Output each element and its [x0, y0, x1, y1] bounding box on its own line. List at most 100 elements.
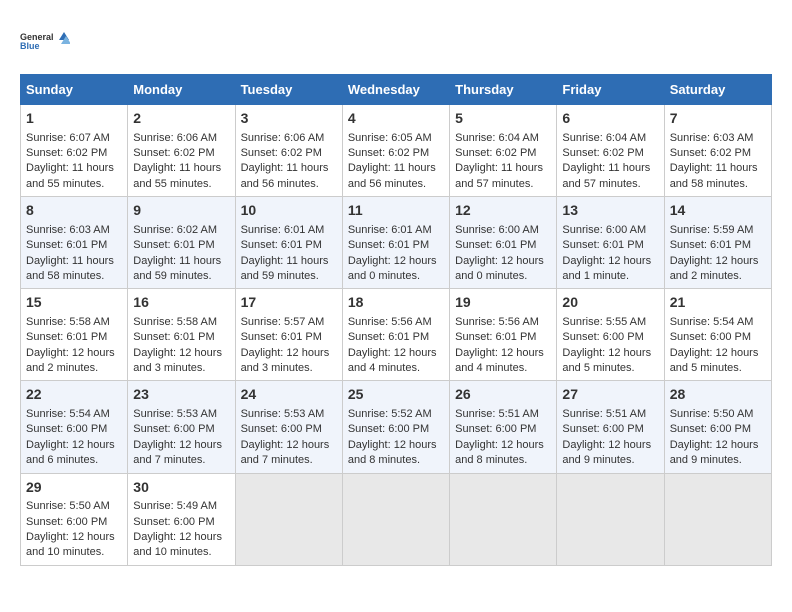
daylight: Daylight: 11 hours and 55 minutes.	[133, 162, 221, 189]
day-number: 7	[670, 109, 766, 129]
daylight: Daylight: 12 hours and 2 minutes.	[670, 255, 759, 282]
calendar-week: 22 Sunrise: 5:54 AM Sunset: 6:00 PM Dayligh…	[21, 381, 772, 473]
header-day: Wednesday	[342, 75, 449, 105]
header-row: SundayMondayTuesdayWednesdayThursdayFrid…	[21, 75, 772, 105]
day-number: 20	[562, 293, 658, 313]
day-number: 18	[348, 293, 444, 313]
daylight: Daylight: 11 hours and 56 minutes.	[241, 162, 329, 189]
calendar-cell: 20 Sunrise: 5:55 AM Sunset: 6:00 PM Dayligh…	[557, 289, 664, 381]
calendar-cell: 17Sunrise: 5:57 AMSunset: 6:01 PMDayligh…	[235, 289, 342, 381]
daylight: Daylight: 11 hours and 59 minutes.	[133, 255, 221, 282]
sunset: Sunset: 6:00 PM	[670, 331, 751, 343]
calendar-cell: 25Sunrise: 5:52 AMSunset: 6:00 PMDayligh…	[342, 381, 449, 473]
sunrise: Sunrise: 5:58 AM	[133, 316, 217, 328]
calendar-cell: 14 Sunrise: 5:59 AM Sunset: 6:01 PM Dayligh…	[664, 197, 771, 289]
sunset: Sunset: 6:01 PM	[133, 331, 214, 343]
calendar-cell: 24Sunrise: 5:53 AMSunset: 6:00 PMDayligh…	[235, 381, 342, 473]
calendar-cell: 1Sunrise: 6:07 AMSunset: 6:02 PMDaylight…	[21, 105, 128, 197]
sunset: Sunset: 6:01 PM	[241, 331, 322, 343]
day-number: 30	[133, 478, 229, 498]
sunset: Sunset: 6:01 PM	[348, 331, 429, 343]
daylight: Daylight: 12 hours and 10 minutes.	[133, 531, 222, 558]
daylight: Daylight: 11 hours and 58 minutes.	[670, 162, 758, 189]
day-number: 15	[26, 293, 122, 313]
day-number: 10	[241, 201, 337, 221]
daylight: Daylight: 12 hours and 2 minutes.	[26, 347, 115, 374]
calendar-week: 15 Sunrise: 5:58 AM Sunset: 6:01 PM Dayligh…	[21, 289, 772, 381]
calendar-cell	[235, 473, 342, 565]
sunset: Sunset: 6:01 PM	[455, 239, 536, 251]
day-number: 19	[455, 293, 551, 313]
calendar-cell: 9Sunrise: 6:02 AMSunset: 6:01 PMDaylight…	[128, 197, 235, 289]
sunrise: Sunrise: 6:07 AM	[26, 132, 110, 144]
daylight: Daylight: 12 hours and 9 minutes.	[562, 439, 651, 466]
day-number: 9	[133, 201, 229, 221]
sunrise: Sunrise: 6:04 AM	[455, 132, 539, 144]
sunrise: Sunrise: 6:03 AM	[670, 132, 754, 144]
calendar-cell: 13Sunrise: 6:00 AMSunset: 6:01 PMDayligh…	[557, 197, 664, 289]
daylight: Daylight: 11 hours and 59 minutes.	[241, 255, 329, 282]
calendar-cell: 8Sunrise: 6:03 AMSunset: 6:01 PMDaylight…	[21, 197, 128, 289]
calendar-cell: 5Sunrise: 6:04 AMSunset: 6:02 PMDaylight…	[450, 105, 557, 197]
daylight: Daylight: 12 hours and 7 minutes.	[241, 439, 330, 466]
sunrise: Sunrise: 5:58 AM	[26, 316, 110, 328]
sunset: Sunset: 6:01 PM	[26, 331, 107, 343]
daylight: Daylight: 12 hours and 10 minutes.	[26, 531, 115, 558]
sunset: Sunset: 6:01 PM	[26, 239, 107, 251]
sunset: Sunset: 6:01 PM	[670, 239, 751, 251]
sunset: Sunset: 6:00 PM	[133, 516, 214, 528]
daylight: Daylight: 12 hours and 0 minutes.	[348, 255, 437, 282]
sunrise: Sunrise: 6:01 AM	[348, 224, 432, 236]
day-number: 22	[26, 385, 122, 405]
sunset: Sunset: 6:00 PM	[562, 331, 643, 343]
sunrise: Sunrise: 6:02 AM	[133, 224, 217, 236]
daylight: Daylight: 12 hours and 4 minutes.	[348, 347, 437, 374]
svg-text:General: General	[20, 32, 54, 42]
calendar-cell: 30 Sunrise: 5:49 AM Sunset: 6:00 PM Dayligh…	[128, 473, 235, 565]
day-number: 14	[670, 201, 766, 221]
day-number: 17	[241, 293, 337, 313]
day-number: 11	[348, 201, 444, 221]
daylight: Daylight: 12 hours and 8 minutes.	[348, 439, 437, 466]
header-day: Saturday	[664, 75, 771, 105]
logo-svg: General Blue	[20, 20, 70, 64]
header-day: Tuesday	[235, 75, 342, 105]
sunrise: Sunrise: 5:55 AM	[562, 316, 646, 328]
daylight: Daylight: 12 hours and 8 minutes.	[455, 439, 544, 466]
daylight: Daylight: 11 hours and 56 minutes.	[348, 162, 436, 189]
sunrise: Sunrise: 6:01 AM	[241, 224, 325, 236]
calendar-cell: 12Sunrise: 6:00 AMSunset: 6:01 PMDayligh…	[450, 197, 557, 289]
calendar-cell	[450, 473, 557, 565]
sunrise: Sunrise: 5:54 AM	[26, 408, 110, 420]
daylight: Daylight: 12 hours and 6 minutes.	[26, 439, 115, 466]
daylight: Daylight: 12 hours and 3 minutes.	[133, 347, 222, 374]
day-number: 8	[26, 201, 122, 221]
sunrise: Sunrise: 5:49 AM	[133, 500, 217, 512]
sunset: Sunset: 6:01 PM	[455, 331, 536, 343]
calendar-week: 29Sunrise: 5:50 AMSunset: 6:00 PMDayligh…	[21, 473, 772, 565]
sunrise: Sunrise: 5:50 AM	[670, 408, 754, 420]
svg-text:Blue: Blue	[20, 41, 40, 51]
daylight: Daylight: 12 hours and 5 minutes.	[562, 347, 651, 374]
sunset: Sunset: 6:01 PM	[348, 239, 429, 251]
sunset: Sunset: 6:02 PM	[670, 147, 751, 159]
day-number: 24	[241, 385, 337, 405]
sunrise: Sunrise: 5:54 AM	[670, 316, 754, 328]
day-number: 1	[26, 109, 122, 129]
header-day: Friday	[557, 75, 664, 105]
sunrise: Sunrise: 5:51 AM	[562, 408, 646, 420]
day-number: 3	[241, 109, 337, 129]
day-number: 29	[26, 478, 122, 498]
daylight: Daylight: 12 hours and 0 minutes.	[455, 255, 544, 282]
calendar-week: 1 Sunrise: 6:07 AM Sunset: 6:02 PM Daylight…	[21, 105, 772, 197]
calendar-cell: 3Sunrise: 6:06 AMSunset: 6:02 PMDaylight…	[235, 105, 342, 197]
sunset: Sunset: 6:00 PM	[241, 423, 322, 435]
sunrise: Sunrise: 5:56 AM	[348, 316, 432, 328]
calendar-cell: 10Sunrise: 6:01 AMSunset: 6:01 PMDayligh…	[235, 197, 342, 289]
day-number: 12	[455, 201, 551, 221]
sunrise: Sunrise: 6:03 AM	[26, 224, 110, 236]
sunset: Sunset: 6:01 PM	[562, 239, 643, 251]
sunrise: Sunrise: 5:59 AM	[670, 224, 754, 236]
daylight: Daylight: 12 hours and 7 minutes.	[133, 439, 222, 466]
sunrise: Sunrise: 6:05 AM	[348, 132, 432, 144]
